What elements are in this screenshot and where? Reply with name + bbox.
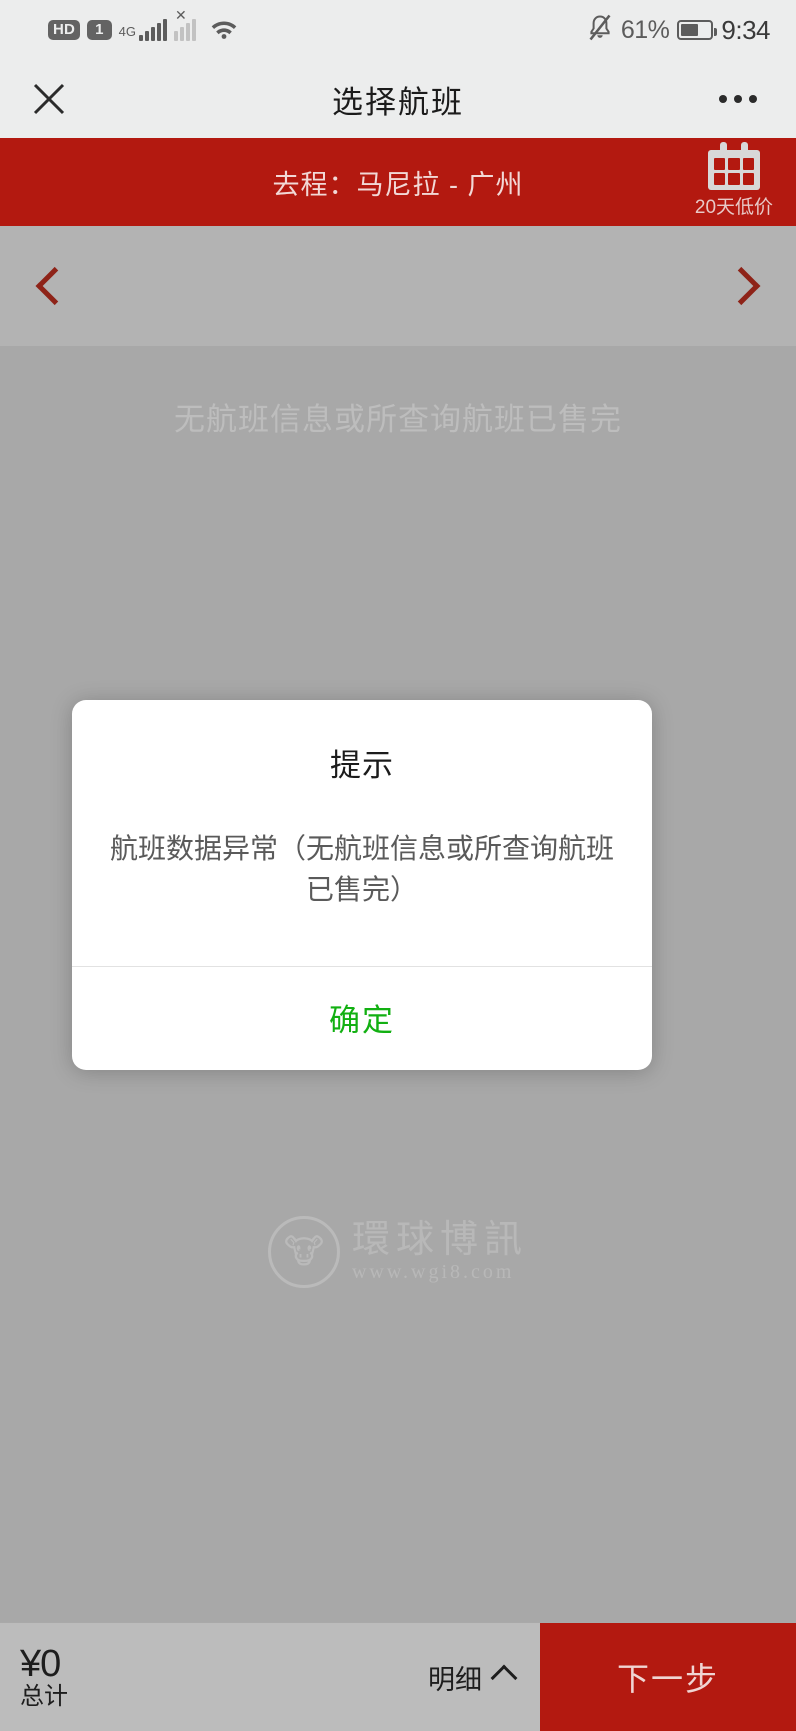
signal-bars-disabled-icon: ✕ — [173, 8, 202, 41]
total-price-block: ¥0 总计 — [20, 1645, 68, 1709]
empty-state-message: 无航班信息或所查询航班已售完 — [174, 402, 622, 437]
low-fare-label: 20天低价 — [694, 197, 774, 218]
close-icon[interactable] — [22, 72, 76, 126]
status-bar-left: HD 1 4G ✕ — [48, 8, 239, 45]
chevron-up-icon — [494, 1667, 514, 1687]
page-title: 选择航班 — [332, 84, 464, 120]
dialog-confirm-button[interactable]: 确定 — [72, 967, 652, 1070]
price-area: ¥0 总计 明细 — [0, 1623, 540, 1731]
sim-badge: 1 — [87, 20, 112, 40]
bottom-bar: ¥0 总计 明细 下一步 — [0, 1622, 796, 1731]
route-label: 去程：马尼拉 - 广州 — [272, 169, 524, 200]
date-nav-strip — [0, 226, 796, 346]
network-type-label: 4G — [118, 23, 136, 39]
detail-label: 明细 — [428, 1664, 482, 1695]
battery-icon — [677, 20, 718, 40]
total-label: 总计 — [20, 1683, 68, 1710]
wifi-icon — [209, 16, 239, 45]
low-fare-calendar-button[interactable]: 20天低价 — [686, 142, 782, 219]
price-detail-toggle[interactable]: 明细 — [428, 1658, 514, 1697]
bell-muted-icon — [587, 14, 613, 47]
route-bar: 去程：马尼拉 - 广州 20天低价 — [0, 138, 796, 226]
status-bar: HD 1 4G ✕ 61% 9:34 — [0, 0, 796, 60]
battery-percent-label: 61% — [620, 15, 670, 44]
total-amount: ¥0 — [20, 1643, 61, 1685]
clock-label: 9:34 — [721, 14, 770, 45]
chevron-left-icon[interactable] — [34, 260, 70, 312]
hd-badge: HD — [48, 20, 81, 40]
signal-bars-icon — [138, 19, 167, 41]
status-bar-right: 61% 9:34 — [587, 0, 770, 60]
more-options-icon[interactable] — [708, 74, 768, 124]
nav-bar: 选择航班 — [0, 60, 796, 138]
calendar-icon — [708, 142, 760, 190]
dialog-message: 航班数据异常（无航班信息或所查询航班已售完） — [109, 833, 614, 905]
chevron-right-icon[interactable] — [726, 260, 762, 312]
next-step-button[interactable]: 下一步 — [540, 1623, 796, 1731]
alert-dialog: 提示 航班数据异常（无航班信息或所查询航班已售完） 确定 — [72, 700, 652, 1071]
dialog-title: 提示 — [330, 748, 394, 783]
